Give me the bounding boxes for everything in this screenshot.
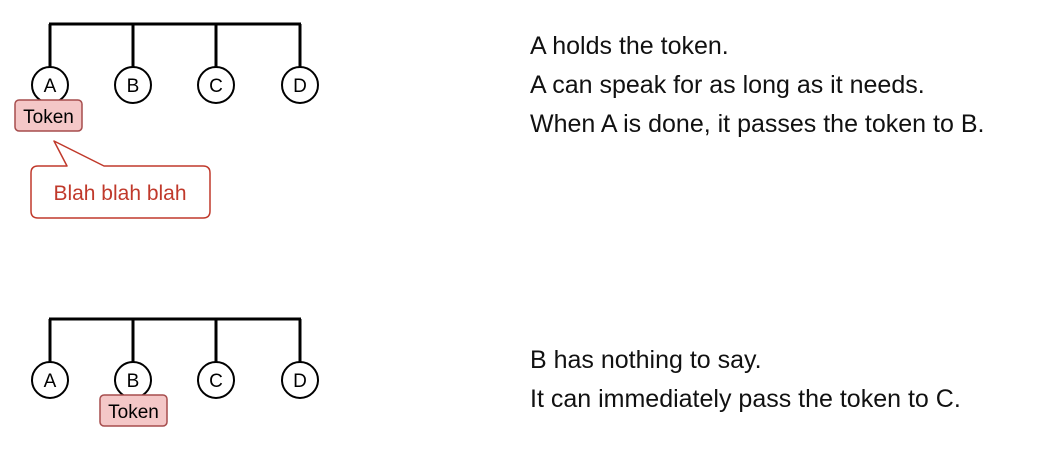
description-2-line-1: B has nothing to say. xyxy=(530,346,762,374)
bus-1: A B C D Token Blah blah blah xyxy=(14,22,319,219)
bus-2-node-a-label: A xyxy=(44,371,57,392)
description-1-line-1: A holds the token. xyxy=(530,32,729,60)
speech-bubble-text: Blah blah blah xyxy=(53,182,186,205)
bus-2: A B C D Token xyxy=(31,317,319,427)
description-1-line-2: A can speak for as long as it needs. xyxy=(530,71,925,99)
bus-2-node-b-label: B xyxy=(127,371,140,392)
bus-1-node-a-label: A xyxy=(44,76,57,97)
bus-2-token-label: Token xyxy=(108,402,159,423)
bus-1-token-label: Token xyxy=(23,107,74,128)
speech-bubble xyxy=(30,140,211,219)
bus-2-node-c-label: C xyxy=(209,371,223,392)
bus-2-node-d-label: D xyxy=(293,371,307,392)
token-passing-diagram: A B C D Token Blah blah blah A B C D Tok… xyxy=(0,0,1050,451)
bus-1-node-c-label: C xyxy=(209,76,223,97)
description-1-line-3: When A is done, it passes the token to B… xyxy=(530,110,985,138)
description-2-line-2: It can immediately pass the token to C. xyxy=(530,385,961,413)
bus-1-node-b-label: B xyxy=(127,76,140,97)
description-1: A holds the token. A can speak for as lo… xyxy=(530,27,984,144)
bus-1-node-d-label: D xyxy=(293,76,307,97)
description-2: B has nothing to say. It can immediately… xyxy=(530,341,961,419)
